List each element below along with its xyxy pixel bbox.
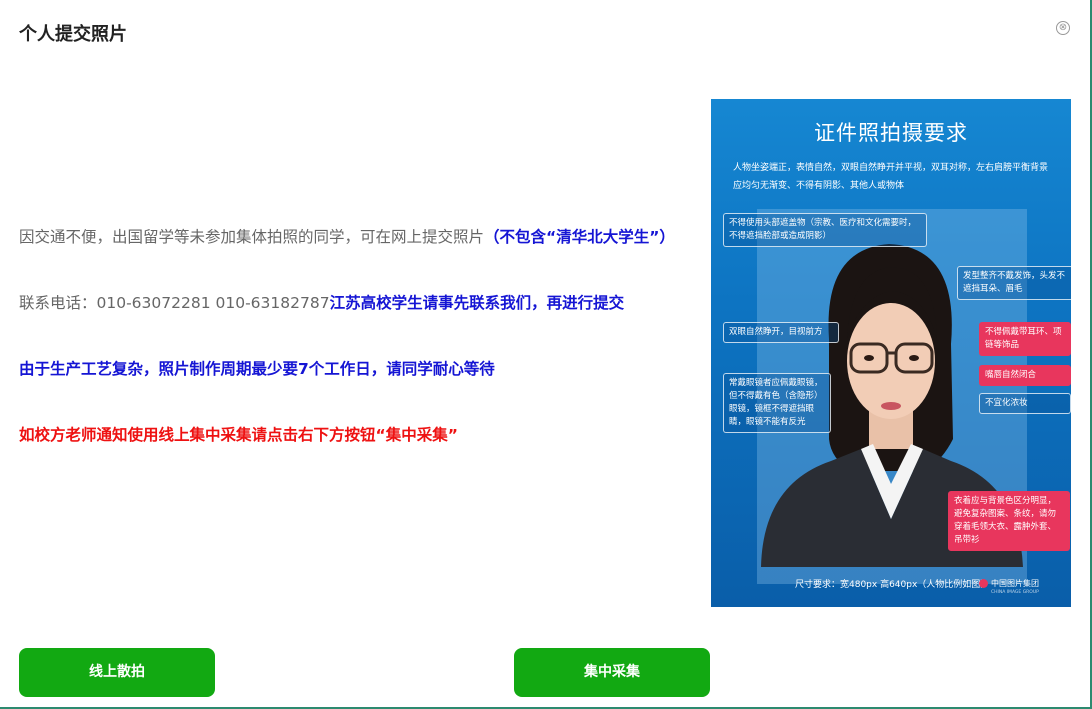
tag-glasses: 常戴眼镜者应佩戴眼镜，但不得戴有色（含隐形）眼镜，镜框不得遮挡眼睛，眼镜不能有反… bbox=[723, 373, 831, 433]
notice-text: 因交通不便，出国留学等未参加集体拍照的同学，可在网上提交照片 bbox=[19, 228, 485, 246]
notice-line-1: 因交通不便，出国留学等未参加集体拍照的同学，可在网上提交照片（不包含“清华北大学… bbox=[19, 225, 675, 247]
logo-text: 中国图片集团 bbox=[991, 579, 1039, 588]
exclusion-note: （不包含“清华北大学生”） bbox=[484, 228, 675, 246]
left-eye bbox=[864, 355, 874, 361]
face-shape bbox=[847, 303, 935, 419]
tag-makeup: 不宜化浓妆 bbox=[979, 393, 1071, 414]
photo-requirements-poster: 证件照拍摄要求 人物坐姿端正，表情自然，双眼自然睁开并平视，双耳对称，左右肩膀平… bbox=[711, 99, 1071, 607]
notice-line-2: 联系电话：010-63072281 010-63182787江苏高校学生请事先联… bbox=[19, 291, 624, 313]
logo-subtext: CHINA IMAGE GROUP bbox=[991, 590, 1039, 595]
online-shoot-button[interactable]: 线上散拍 bbox=[19, 648, 215, 697]
size-requirement: 尺寸要求：宽480px 高640px（人物比例如图） bbox=[795, 580, 990, 590]
tag-earrings: 不得佩戴带耳环、项链等饰品 bbox=[979, 322, 1071, 356]
right-eye bbox=[909, 355, 919, 361]
production-cycle-note: 由于生产工艺复杂，照片制作周期最少要7个工作日，请同学耐心等待 bbox=[19, 360, 495, 378]
close-icon[interactable]: ⊗ bbox=[1056, 21, 1070, 35]
logo-mark-icon bbox=[979, 579, 988, 588]
central-collect-note: 如校方老师通知使用线上集中采集请点击右下方按钮“集中采集” bbox=[19, 426, 458, 444]
tag-eyes: 双眼自然睁开，目视前方 bbox=[723, 322, 839, 343]
submit-photo-dialog: 个人提交照片 ⊗ 因交通不便，出国留学等未参加集体拍照的同学，可在网上提交照片（… bbox=[0, 0, 1092, 709]
tag-lips: 嘴唇自然闭合 bbox=[979, 365, 1071, 386]
china-image-group-logo: 中国图片集团 CHINA IMAGE GROUP bbox=[979, 579, 1039, 597]
tag-hair: 发型整齐不戴发饰，头发不遮挡耳朵、眉毛 bbox=[957, 266, 1071, 300]
contact-phone: 联系电话：010-63072281 010-63182787 bbox=[19, 294, 330, 312]
central-collect-button[interactable]: 集中采集 bbox=[514, 648, 710, 697]
tag-headwear: 不得使用头部遮盖物（宗教、医疗和文化需要时，不得遮挡脸部或造成阴影） bbox=[723, 213, 927, 247]
dialog-title: 个人提交照片 bbox=[19, 24, 127, 45]
jiangsu-note: 江苏高校学生请事先联系我们，再进行提交 bbox=[329, 294, 625, 312]
tag-clothing: 衣着应与背景色区分明显，避免复杂图案、条纹，请勿穿着毛领大衣、露肿外套、吊带衫 bbox=[948, 491, 1070, 551]
lips-shape bbox=[881, 402, 901, 410]
